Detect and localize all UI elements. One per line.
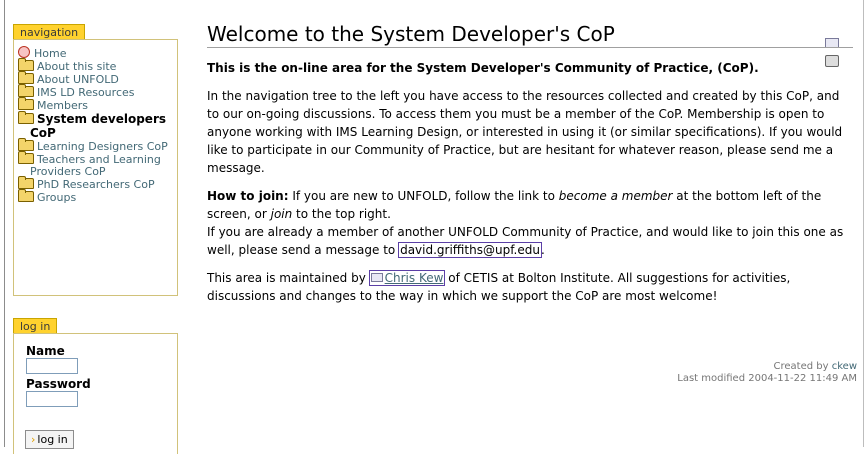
nav-item-system-developers[interactable]: System developers CoP [18,111,176,140]
frame-left-edge [4,0,5,447]
nav-item-groups[interactable]: Groups [18,189,176,204]
name-label: Name [26,344,65,358]
document-byline: Created by ckew Last modified 2004-11-22… [207,361,857,385]
creator-link[interactable]: ckew [832,361,857,372]
intro-paragraph: In the navigation tree to the left you h… [207,89,843,175]
folder-icon [18,176,34,189]
nav-item-ims-ld-resources[interactable]: IMS LD Resources [18,84,176,99]
nav-link-teachers[interactable]: Teachers and Learning Providers CoP [30,153,161,178]
frame-right-edge [863,0,864,447]
home-icon [18,46,30,58]
nav-link-ims-ld-resources[interactable]: IMS LD Resources [37,86,135,99]
name-field[interactable] [26,358,78,374]
lead-paragraph: This is the on-line area for the System … [207,61,759,75]
maintainer-paragraph: This area is maintained by Chris Kew of … [207,270,791,303]
nav-link-home[interactable]: Home [34,47,66,60]
maintainer-link[interactable]: Chris Kew [368,270,446,286]
folder-icon [18,138,34,151]
folder-icon [18,97,34,110]
folder-icon [18,71,34,84]
last-modified: Last modified 2004-11-22 11:49 AM [677,373,857,384]
howto-paragraph: How to join: If you are new to UNFOLD, f… [207,189,822,221]
page-title: Welcome to the System Developer's CoP [207,22,615,46]
navigation-portlet: navigation Home About this site About UN… [13,24,178,296]
login-portlet-title: log in [13,318,58,334]
nav-link-about-site[interactable]: About this site [37,60,116,73]
nav-link-about-unfold[interactable]: About UNFOLD [37,73,119,86]
nav-link-phd-researchers[interactable]: PhD Researchers CoP [37,178,155,191]
mail-icon [370,273,383,282]
nav-item-teachers[interactable]: Teachers and Learning Providers CoP [18,151,176,178]
nav-link-learning-designers[interactable]: Learning Designers CoP [37,140,168,153]
nav-item-home[interactable]: Home [18,46,176,60]
nav-item-phd-researchers[interactable]: PhD Researchers CoP [18,176,176,191]
login-portlet: log in Name Password › log in [13,318,178,454]
navigation-tree: Home About this site About UNFOLD IMS LD… [13,39,178,296]
nav-link-groups[interactable]: Groups [37,191,76,204]
password-label: Password [26,377,91,391]
page-body: This is the on-line area for the System … [207,59,853,305]
folder-icon [18,151,34,164]
nav-link-system-developers[interactable]: System developers CoP [30,112,166,140]
login-button[interactable]: › log in [25,430,74,449]
title-divider [207,47,853,48]
nav-item-members[interactable]: Members [18,97,176,112]
nav-item-about-unfold[interactable]: About UNFOLD [18,71,176,86]
nav-link-members[interactable]: Members [37,99,88,112]
arrow-icon: › [31,433,36,446]
howto-label: How to join: [207,189,289,203]
folder-icon [18,84,34,97]
howto-existing-member: If you are already a member of another U… [207,225,844,258]
folder-icon [18,58,34,71]
navigation-portlet-title: navigation [13,24,86,40]
login-button-label: log in [37,433,68,446]
password-field[interactable] [26,391,78,407]
nav-item-about-site[interactable]: About this site [18,58,176,73]
folder-icon [18,189,34,202]
folder-icon [18,111,34,124]
nav-item-learning-designers[interactable]: Learning Designers CoP [18,138,176,153]
email-link[interactable]: david.griffiths@upf.edu [398,242,542,258]
